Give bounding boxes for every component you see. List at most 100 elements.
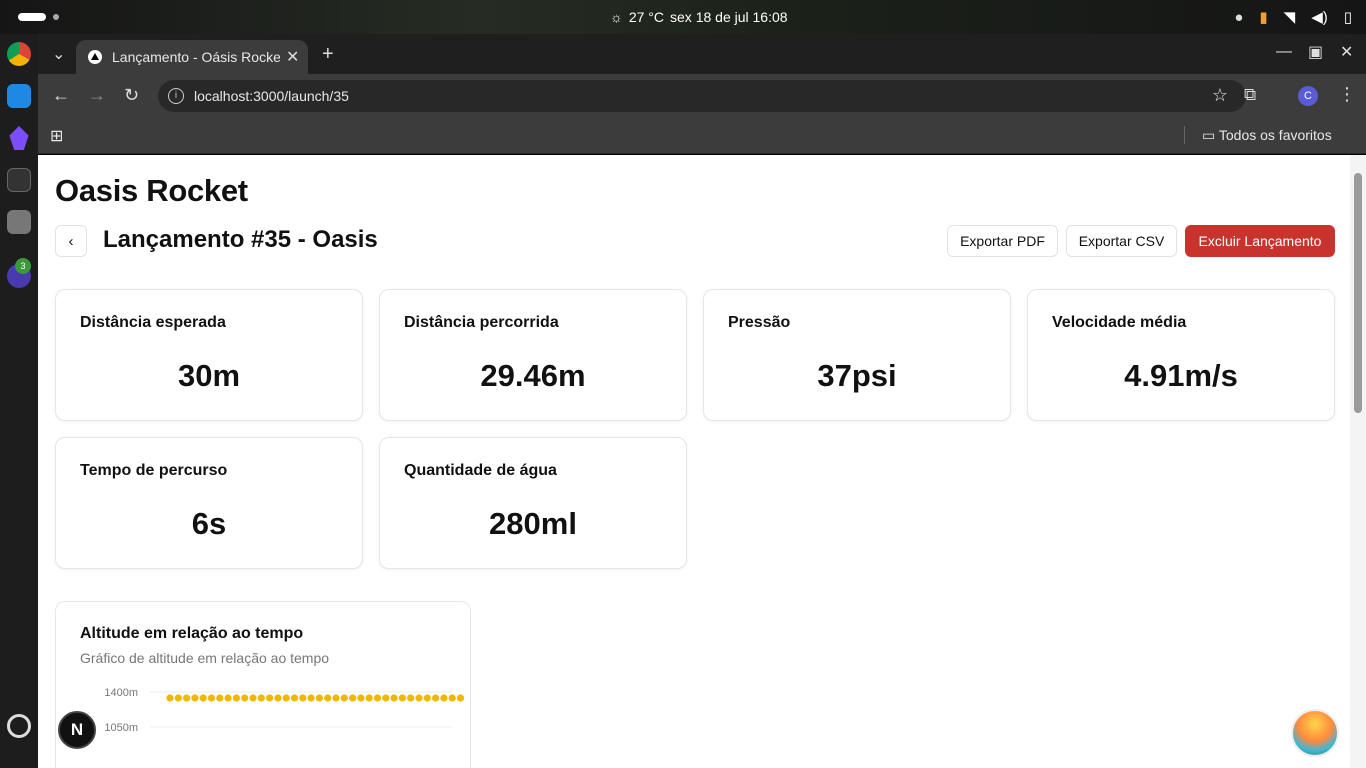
all-bookmarks-label: Todos os favoritos — [1218, 127, 1332, 143]
data-point[interactable] — [456, 694, 465, 702]
data-point[interactable] — [423, 694, 431, 702]
data-point[interactable] — [407, 694, 415, 702]
site-info-icon[interactable]: i — [168, 88, 184, 104]
data-point[interactable] — [448, 694, 456, 702]
metric-card-travel-time: Tempo de percurso 6s — [55, 437, 363, 569]
chart-title: Altitude em relação ao tempo — [80, 625, 304, 642]
data-point[interactable] — [324, 694, 332, 702]
close-window-icon[interactable]: ✕ — [1340, 42, 1353, 62]
workspace-indicator[interactable] — [18, 13, 46, 21]
back-icon[interactable]: ← — [52, 85, 70, 106]
data-point[interactable] — [332, 694, 340, 702]
scrollbar-thumb[interactable] — [1354, 173, 1362, 413]
data-point[interactable] — [249, 694, 257, 702]
metric-card-expected-distance: Distância esperada 30m — [55, 289, 363, 421]
data-point[interactable] — [282, 694, 290, 702]
workspace-dot[interactable] — [53, 14, 59, 20]
minimize-icon[interactable]: — — [1276, 43, 1292, 61]
tab-search-icon[interactable]: ⌄ — [52, 44, 65, 64]
bookmark-star-icon[interactable]: ☆ — [1212, 85, 1228, 106]
data-point[interactable] — [266, 694, 274, 702]
vscode-icon[interactable] — [7, 84, 31, 108]
data-point[interactable] — [357, 694, 365, 702]
metric-card-pressure: Pressão 37psi — [703, 289, 1011, 421]
data-point[interactable] — [432, 694, 440, 702]
nextjs-dev-badge[interactable]: N — [58, 711, 96, 749]
data-point[interactable] — [415, 694, 423, 702]
files-icon[interactable] — [7, 210, 31, 234]
data-point[interactable] — [183, 694, 191, 702]
tab-favicon-icon — [88, 50, 102, 64]
metric-label: Distância esperada — [80, 314, 226, 331]
data-point[interactable] — [440, 694, 448, 702]
data-point[interactable] — [274, 694, 282, 702]
metric-value: 29.46m — [480, 358, 586, 393]
metric-label: Quantidade de água — [404, 462, 557, 479]
address-bar[interactable]: i localhost:3000/launch/35 ☆ — [158, 80, 1246, 112]
wifi-icon[interactable]: ◥ — [1284, 8, 1296, 26]
system-tray[interactable]: ● ▮ ◥ ◀) ▯ — [1234, 8, 1352, 27]
apps-grid-icon[interactable]: ⊞ — [50, 126, 63, 146]
menu-icon[interactable]: ⋮ — [1338, 84, 1356, 105]
extensions-icon[interactable]: ⧉ — [1244, 85, 1256, 105]
microphone-icon[interactable]: ▮ — [1259, 8, 1267, 26]
browser-toolbar: ← → ↻ i localhost:3000/launch/35 ☆ ⧉ C ⋮ — [38, 74, 1366, 118]
bookmarks-divider — [1184, 126, 1185, 144]
obsidian-icon[interactable] — [9, 126, 29, 150]
url-text: localhost:3000/launch/35 — [194, 88, 349, 104]
delete-launch-button[interactable]: Excluir Lançamento — [1185, 225, 1335, 257]
data-point[interactable] — [241, 694, 249, 702]
y-tick-label: 1400m — [104, 687, 138, 699]
data-point[interactable] — [299, 694, 307, 702]
data-point[interactable] — [207, 694, 216, 702]
data-point[interactable] — [290, 694, 299, 702]
app-icon-with-badge[interactable]: 3 — [7, 258, 31, 288]
back-button[interactable]: ‹ — [55, 225, 87, 257]
chart-subtitle: Gráfico de altitude em relação ao tempo — [80, 650, 330, 666]
data-point[interactable] — [191, 694, 199, 702]
profile-initial: C — [1304, 90, 1312, 102]
new-tab-icon[interactable]: + — [322, 43, 334, 66]
export-csv-button[interactable]: Exportar CSV — [1066, 225, 1177, 257]
data-point[interactable] — [340, 694, 348, 702]
clock-area[interactable]: ☼ 27 °C sex 18 de jul 16:08 — [610, 9, 788, 25]
forward-icon[interactable]: → — [88, 85, 106, 106]
data-point[interactable] — [390, 694, 398, 702]
page-content: Oasis Rocket ‹ Lançamento #35 - Oasis Ex… — [38, 155, 1350, 768]
data-point[interactable] — [232, 694, 240, 702]
battery-icon[interactable]: ▯ — [1344, 8, 1352, 26]
maximize-icon[interactable]: ▣ — [1308, 42, 1323, 62]
folder-icon: ▭ — [1202, 127, 1216, 143]
page-scrollbar[interactable] — [1350, 155, 1366, 768]
reload-icon[interactable]: ↻ — [124, 85, 139, 106]
export-pdf-button[interactable]: Exportar PDF — [947, 225, 1058, 257]
system-top-bar: ☼ 27 °C sex 18 de jul 16:08 ● ▮ ◥ ◀) ▯ — [0, 0, 1366, 34]
discord-icon[interactable]: ● — [1234, 9, 1243, 26]
volume-icon[interactable]: ◀) — [1311, 8, 1328, 26]
data-point[interactable] — [199, 694, 207, 702]
floating-avatar[interactable] — [1291, 709, 1339, 757]
data-point[interactable] — [349, 694, 357, 702]
show-apps-icon[interactable] — [7, 714, 31, 738]
data-point[interactable] — [365, 694, 373, 702]
bookmarks-bar: ⊞ ▭ Todos os favoritos — [38, 118, 1366, 154]
data-point[interactable] — [307, 694, 315, 702]
data-point[interactable] — [382, 694, 390, 702]
tab-close-icon[interactable]: ✕ — [286, 47, 299, 67]
terminal-icon[interactable] — [7, 168, 31, 192]
metric-label: Pressão — [728, 314, 791, 331]
data-point[interactable] — [257, 694, 265, 702]
data-point[interactable] — [166, 694, 174, 702]
data-point[interactable] — [373, 694, 382, 702]
data-point[interactable] — [398, 694, 406, 702]
active-tab[interactable]: Lançamento - Oásis Rocket ✕ — [76, 40, 308, 74]
metric-value: 6s — [191, 506, 227, 541]
profile-avatar[interactable]: C — [1298, 86, 1318, 106]
chrome-icon[interactable] — [7, 42, 31, 66]
data-point[interactable] — [174, 694, 182, 702]
data-point[interactable] — [315, 694, 323, 702]
data-point[interactable] — [224, 694, 232, 702]
app-title: Oasis Rocket — [55, 173, 248, 208]
all-bookmarks[interactable]: ▭ Todos os favoritos — [1202, 127, 1332, 144]
data-point[interactable] — [216, 694, 224, 702]
